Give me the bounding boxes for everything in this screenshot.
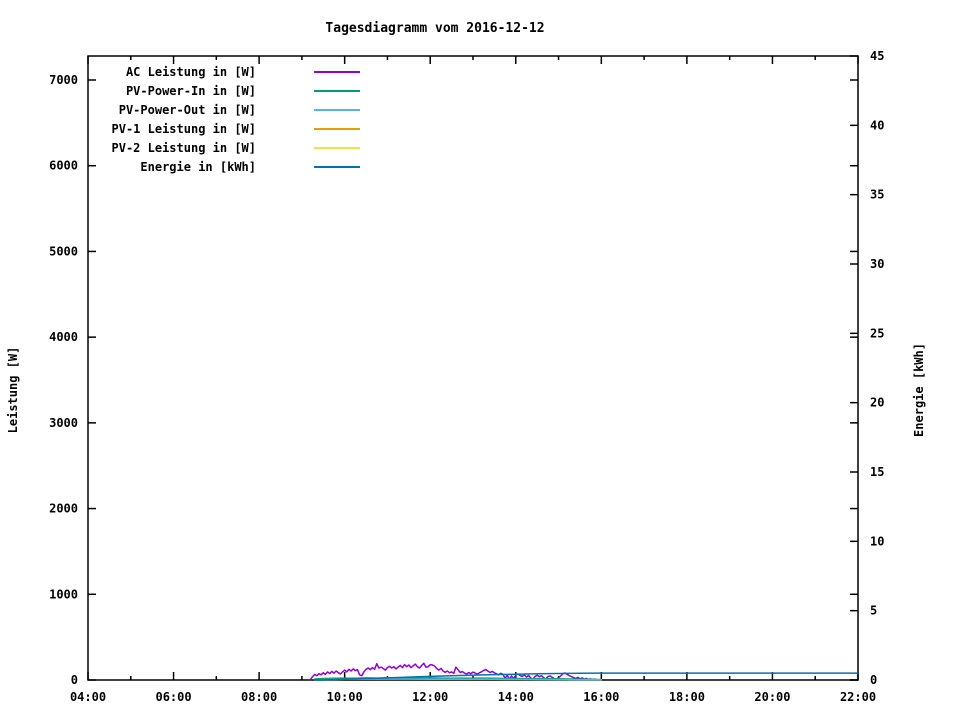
- y1-tick-label: 0: [71, 673, 78, 687]
- y1-tick-label: 4000: [49, 330, 78, 344]
- y1-tick-label: 5000: [49, 244, 78, 258]
- series-layer: [309, 662, 859, 681]
- y2-tick-label: 5: [870, 604, 877, 618]
- y1-tick-label: 2000: [49, 502, 78, 516]
- y-axis-label: Leistung [W]: [6, 347, 20, 434]
- x-tick-label: 06:00: [155, 690, 191, 704]
- y1-tick-label: 7000: [49, 73, 78, 87]
- legend-label-5: Energie in [kWh]: [140, 160, 256, 174]
- y2-tick-label: 30: [870, 257, 884, 271]
- x-tick-label: 10:00: [327, 690, 363, 704]
- y2-tick-label: 45: [870, 49, 884, 63]
- legend-label-0: AC Leistung in [W]: [126, 65, 256, 79]
- x-tick-label: 12:00: [412, 690, 448, 704]
- y2-axis-label: Energie [kWh]: [912, 343, 926, 437]
- legend: AC Leistung in [W] PV-Power-In in [W] PV-P…: [112, 65, 360, 174]
- legend-label-2: PV-Power-Out in [W]: [119, 103, 256, 117]
- y2-tick-label: 20: [870, 396, 884, 410]
- y1-tick-label: 1000: [49, 587, 78, 601]
- x-tick-label: 20:00: [754, 690, 790, 704]
- y2-tick-label: 40: [870, 118, 884, 132]
- y2-tick-label: 10: [870, 534, 884, 548]
- y2-tick-label: 25: [870, 326, 884, 340]
- y1-tick-label: 3000: [49, 416, 78, 430]
- y2-tick-label: 35: [870, 188, 884, 202]
- x-tick-label: 22:00: [840, 690, 876, 704]
- legend-label-4: PV-2 Leistung in [W]: [112, 141, 257, 155]
- chart-title: Tagesdiagramm vom 2016-12-12: [325, 21, 544, 36]
- legend-label-1: PV-Power-In in [W]: [126, 84, 256, 98]
- x-tick-label: 04:00: [70, 690, 106, 704]
- legend-label-3: PV-1 Leistung in [W]: [112, 122, 257, 136]
- x-tick-label: 16:00: [583, 690, 619, 704]
- x-tick-label: 18:00: [669, 690, 705, 704]
- y1-tick-label: 6000: [49, 159, 78, 173]
- series-line-0: [309, 662, 598, 681]
- x-tick-label: 14:00: [498, 690, 534, 704]
- chart-canvas: 04:00 06:00 08:00 10:00 12:00 14:00 16:00 18:00…: [6, 21, 926, 704]
- x-tick-label: 08:00: [241, 690, 277, 704]
- chart-figure: 04:00 06:00 08:00 10:00 12:00 14:00 16:00 18:00…: [0, 0, 960, 720]
- y2-tick-label: 0: [870, 673, 877, 687]
- y2-tick-label: 15: [870, 465, 884, 479]
